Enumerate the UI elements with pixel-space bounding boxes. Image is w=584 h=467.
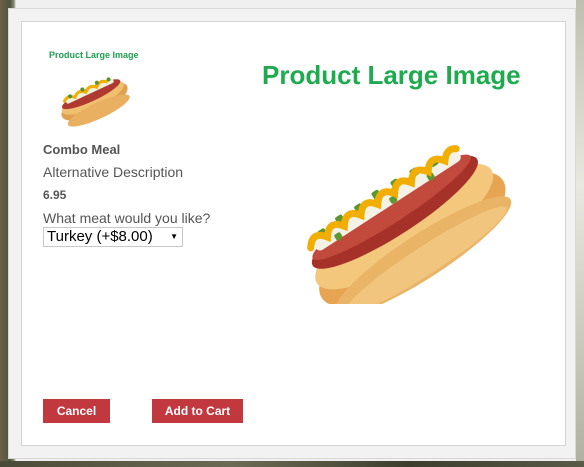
- product-panel: Product Large Image Product Large Image: [21, 21, 566, 446]
- product-description: Alternative Description: [43, 164, 184, 180]
- add-to-cart-button[interactable]: Add to Cart: [152, 399, 243, 423]
- meat-select[interactable]: Turkey (+$8.00) ▼: [43, 227, 183, 247]
- meat-option-question: What meat would you like?: [43, 210, 211, 226]
- cancel-button[interactable]: Cancel: [43, 399, 110, 423]
- meat-select-value: Turkey (+$8.00): [47, 228, 153, 245]
- product-name: Combo Meal: [43, 142, 121, 157]
- hotdog-thumbnail-image: [61, 77, 130, 127]
- hotdog-large-image: [307, 145, 512, 304]
- background-edge: [576, 0, 584, 467]
- product-modal: Product Large Image Product Large Image: [8, 8, 576, 459]
- dropdown-arrow-icon: ▼: [170, 232, 178, 241]
- product-large-title: Product Large Image: [262, 60, 521, 90]
- product-price: 6.95: [43, 188, 67, 202]
- thumbnail-caption: Product Large Image: [49, 50, 139, 60]
- background-bottom: [0, 461, 584, 467]
